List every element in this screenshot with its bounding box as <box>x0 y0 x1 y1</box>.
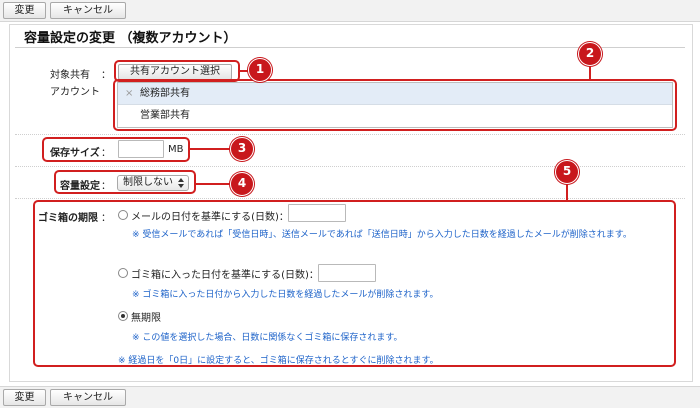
annotation-leader-3 <box>190 148 230 150</box>
change-button[interactable]: 変更 <box>3 2 46 19</box>
change-button-bottom[interactable]: 変更 <box>3 389 46 406</box>
annotation-box-4 <box>54 170 196 194</box>
shared-account-label-line2: アカウント <box>50 87 100 98</box>
row-divider <box>15 166 685 167</box>
annotation-leader-4 <box>196 183 230 185</box>
annotation-leader-5 <box>566 182 568 200</box>
top-toolbar: 変更 キャンセル <box>0 0 700 22</box>
callout-1: 1 <box>248 58 272 82</box>
callout-5: 5 <box>555 160 579 184</box>
annotation-box-2 <box>113 79 677 131</box>
annotation-leader-2 <box>589 64 591 79</box>
callout-2: 2 <box>578 42 602 66</box>
bottom-toolbar: 変更 キャンセル <box>0 386 700 408</box>
page-title: 容量設定の変更 （複数アカウント） <box>24 31 237 46</box>
row-divider <box>15 134 685 135</box>
shared-account-colon: ： <box>101 70 111 81</box>
cancel-button-bottom[interactable]: キャンセル <box>50 389 126 406</box>
annotation-box-3 <box>42 137 190 162</box>
cancel-button[interactable]: キャンセル <box>50 2 126 19</box>
callout-3: 3 <box>230 137 254 161</box>
shared-account-label-line1: 対象共有 <box>50 70 90 81</box>
callout-4: 4 <box>230 172 254 196</box>
annotation-box-5 <box>33 200 676 367</box>
row-divider <box>15 198 685 199</box>
annotation-leader-1 <box>240 70 248 72</box>
